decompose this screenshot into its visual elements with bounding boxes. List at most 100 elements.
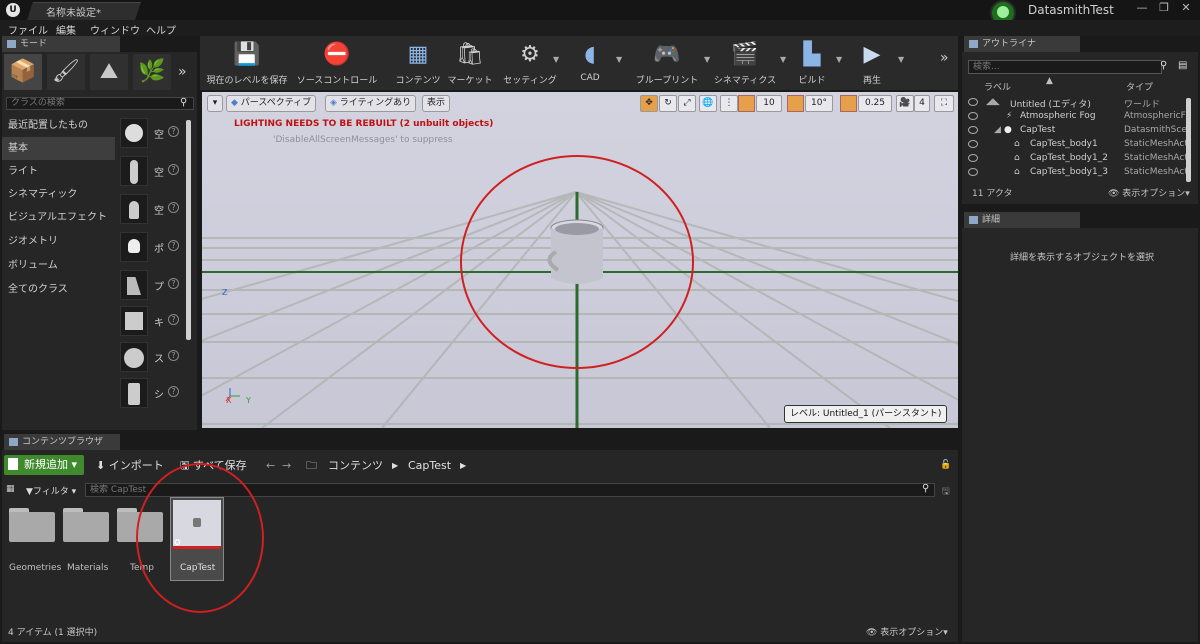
surface-snap-icon[interactable]: ⋮ bbox=[720, 95, 738, 112]
grid-snap-value[interactable]: 10 bbox=[756, 95, 782, 112]
modes-overflow-icon[interactable]: » bbox=[178, 64, 187, 80]
camera-speed-value[interactable]: 4 bbox=[914, 95, 930, 112]
category-volumes[interactable]: ボリューム bbox=[2, 254, 115, 277]
translate-tool-icon[interactable]: ✥ bbox=[640, 95, 658, 112]
help-icon[interactable]: ? bbox=[168, 126, 179, 137]
category-basic[interactable]: 基本 bbox=[2, 137, 115, 160]
menu-edit[interactable]: 編集 bbox=[56, 22, 76, 37]
cad-dropdown-icon[interactable]: ▼ bbox=[616, 55, 622, 64]
help-icon[interactable]: ? bbox=[168, 350, 179, 361]
toolbar-overflow-icon[interactable]: » bbox=[940, 50, 949, 66]
maximize-viewport-icon[interactable]: ⛶ bbox=[934, 95, 954, 112]
maximize-button[interactable]: ❐ bbox=[1154, 1, 1174, 15]
mug-model[interactable] bbox=[547, 219, 604, 284]
save-level-button[interactable]: 💾 現在のレベルを保存 bbox=[204, 38, 290, 88]
play-button[interactable]: ▶ 再生 bbox=[852, 38, 892, 88]
outliner-view-options[interactable]: 👁 表示オプション▾ bbox=[1108, 186, 1190, 199]
outliner-type-header[interactable]: タイプ bbox=[1126, 80, 1153, 93]
path-separator-icon[interactable]: ▶ bbox=[392, 456, 398, 475]
visibility-eye-icon[interactable] bbox=[968, 168, 978, 176]
content-browser-tab[interactable]: コンテンツブラウザ bbox=[4, 434, 120, 450]
asset-item[interactable]: ポ? bbox=[118, 230, 184, 266]
settings-button[interactable]: ⚙ セッティング bbox=[500, 38, 560, 88]
scale-snap-value[interactable]: 0.25 bbox=[858, 95, 892, 112]
sources-toggle-icon[interactable]: ▦ bbox=[6, 484, 15, 494]
outliner-row[interactable]: ⌂ CapTest_body1 StaticMeshActor bbox=[964, 138, 1192, 152]
help-icon[interactable]: ? bbox=[168, 278, 179, 289]
settings-dropdown-icon[interactable]: ▼ bbox=[553, 55, 559, 64]
visibility-eye-icon[interactable] bbox=[968, 126, 978, 134]
blueprint-button[interactable]: 🎮 ブループリント bbox=[632, 38, 702, 88]
asset-item[interactable]: プ? bbox=[118, 268, 184, 304]
help-icon[interactable]: ? bbox=[168, 386, 179, 397]
save-search-icon[interactable]: 🖫 bbox=[942, 484, 950, 500]
outliner-label-header[interactable]: ラベル bbox=[984, 80, 1011, 93]
visibility-eye-icon[interactable] bbox=[968, 140, 978, 148]
help-icon[interactable]: ? bbox=[168, 314, 179, 325]
details-tab[interactable]: 詳細 bbox=[964, 212, 1080, 228]
world-space-icon[interactable]: 🌐 bbox=[699, 95, 717, 112]
outliner-row[interactable]: ◢◣ Untitled (エディタ) ワールド bbox=[964, 96, 1192, 110]
cinematics-dropdown-icon[interactable]: ▼ bbox=[780, 55, 786, 64]
asset-item[interactable]: キ? bbox=[118, 304, 184, 340]
menu-file[interactable]: ファイル bbox=[8, 22, 48, 37]
foliage-mode-icon[interactable]: 🌿 bbox=[133, 54, 171, 90]
asset-item[interactable]: シ? bbox=[118, 376, 184, 412]
viewport-options-button[interactable]: ▾ bbox=[207, 95, 223, 112]
category-lights[interactable]: ライト bbox=[2, 160, 115, 183]
help-icon[interactable]: ? bbox=[168, 240, 179, 251]
rotate-tool-icon[interactable]: ↻ bbox=[659, 95, 677, 112]
path-captest[interactable]: CapTest bbox=[408, 456, 451, 475]
content-view-options[interactable]: 👁 表示オプション▾ bbox=[866, 625, 948, 638]
outliner-row[interactable]: ⌂ CapTest_body1_2 StaticMeshActor bbox=[964, 152, 1192, 166]
paint-mode-icon[interactable]: 🖌 bbox=[47, 54, 85, 90]
scale-snap-icon[interactable] bbox=[840, 95, 857, 112]
menu-help[interactable]: ヘルプ bbox=[146, 22, 176, 37]
minimize-button[interactable]: — bbox=[1132, 1, 1152, 15]
cad-button[interactable]: ◖ CAD bbox=[568, 38, 612, 88]
outliner-scrollbar[interactable] bbox=[1186, 98, 1191, 182]
place-mode-icon[interactable]: 📦 bbox=[4, 54, 42, 90]
import-button[interactable]: ⬇ インポート bbox=[96, 456, 164, 475]
category-visual-effects[interactable]: ビジュアルエフェクト bbox=[2, 206, 115, 229]
blueprint-dropdown-icon[interactable]: ▼ bbox=[704, 55, 710, 64]
folder-materials-icon[interactable] bbox=[63, 508, 109, 542]
visibility-eye-icon[interactable] bbox=[968, 98, 978, 106]
rotation-snap-icon[interactable] bbox=[787, 95, 804, 112]
show-button[interactable]: 表示 bbox=[422, 95, 451, 112]
outliner-search-input[interactable]: 検索... bbox=[968, 60, 1162, 74]
asset-item[interactable]: 空? bbox=[118, 116, 184, 152]
cinematics-button[interactable]: 🎬 シネマティクス bbox=[712, 38, 778, 88]
scale-tool-icon[interactable]: ⤢ bbox=[678, 95, 696, 112]
expand-arrow-icon[interactable]: ◢ bbox=[994, 125, 1001, 135]
path-end-icon[interactable]: ▶ bbox=[460, 456, 466, 475]
close-button[interactable]: ✕ bbox=[1176, 1, 1196, 15]
asset-item[interactable]: ス? bbox=[118, 340, 184, 376]
lock-icon[interactable]: 🔓 bbox=[940, 456, 951, 475]
outliner-row[interactable]: ⚡ Atmospheric Fog AtmosphericFog bbox=[964, 110, 1192, 124]
modes-tab[interactable]: モード bbox=[2, 36, 120, 52]
asset-item[interactable]: 空? bbox=[118, 154, 184, 190]
forward-arrow-icon[interactable]: → bbox=[282, 456, 291, 475]
help-icon[interactable]: ? bbox=[168, 164, 179, 175]
menu-window[interactable]: ウィンドウ bbox=[90, 22, 140, 37]
outliner-tab[interactable]: アウトライナ bbox=[964, 36, 1080, 52]
outliner-row[interactable]: ◢● CapTest DatasmithScene bbox=[964, 124, 1192, 138]
build-button[interactable]: ▙ ビルド bbox=[792, 38, 832, 88]
lighting-mode-button[interactable]: ◈ ライティングあり bbox=[325, 95, 417, 112]
landscape-mode-icon[interactable]: ⛰ bbox=[90, 54, 128, 90]
visibility-eye-icon[interactable] bbox=[968, 112, 978, 120]
help-icon[interactable]: ? bbox=[168, 202, 179, 213]
class-search-input[interactable]: クラスの検索 bbox=[6, 97, 194, 110]
outliner-row[interactable]: ⌂ CapTest_body1_3 StaticMeshActor bbox=[964, 166, 1192, 180]
marketplace-button[interactable]: 🛍 マーケット bbox=[446, 38, 494, 88]
grid-snap-icon[interactable] bbox=[738, 95, 755, 112]
category-recent[interactable]: 最近配置したもの bbox=[2, 114, 115, 137]
source-control-button[interactable]: ⛔ ソースコントロール bbox=[294, 38, 380, 88]
path-content[interactable]: コンテンツ bbox=[328, 456, 383, 475]
rotation-snap-value[interactable]: 10° bbox=[805, 95, 833, 112]
category-cinematic[interactable]: シネマティック bbox=[2, 183, 115, 206]
category-all-classes[interactable]: 全てのクラス bbox=[2, 278, 115, 301]
camera-speed-icon[interactable]: 🎥 bbox=[896, 95, 914, 112]
outliner-settings-icon[interactable]: ▤ bbox=[1178, 60, 1187, 71]
